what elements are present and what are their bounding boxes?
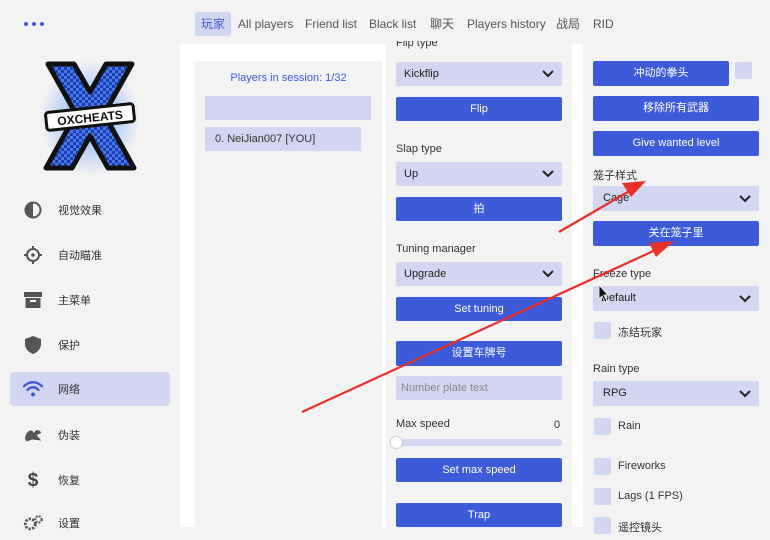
sidebar-item-label: 自动瞄准 — [58, 250, 102, 262]
set-tuning-button[interactable]: Set tuning — [396, 297, 562, 321]
flip-type-label: Flip type — [396, 41, 438, 49]
plate-text-input[interactable]: Number plate text — [396, 376, 562, 400]
sidebar-item-main-menu[interactable]: 主菜单 — [10, 283, 170, 317]
sidebar-item-disguise[interactable]: 伪装 — [10, 418, 170, 452]
chevron-down-icon — [542, 270, 554, 278]
fireworks-checkbox[interactable] — [594, 458, 611, 475]
remote-camera-label: 遥控镜头 — [618, 522, 662, 534]
punch-button[interactable]: 冲动的拳头 — [593, 61, 729, 86]
freeze-type-select[interactable]: Default — [593, 286, 759, 311]
sidebar-item-recovery[interactable]: $ 恢复 — [10, 463, 170, 497]
flip-type-value: Kickflip — [404, 68, 439, 80]
tuning-manager-value: Upgrade — [404, 268, 447, 280]
punch-checkbox[interactable] — [735, 62, 752, 79]
chevron-down-icon — [542, 170, 554, 178]
tab-session[interactable]: 战局 — [550, 12, 586, 36]
trap-button[interactable]: Trap — [396, 503, 562, 527]
slap-type-select[interactable]: Up — [396, 162, 562, 186]
half-circle-icon — [23, 201, 43, 219]
crosshair-icon — [23, 246, 43, 264]
svg-text:$: $ — [28, 470, 39, 490]
tab-players-history[interactable]: Players history — [461, 12, 552, 36]
max-speed-slider-handle[interactable] — [391, 437, 402, 448]
give-wanted-button[interactable]: Give wanted level — [593, 131, 759, 156]
set-max-speed-button[interactable]: Set max speed — [396, 458, 562, 482]
flip-button[interactable]: Flip — [396, 97, 562, 121]
cage-button[interactable]: 关在笼子里 — [593, 221, 759, 246]
freeze-player-checkbox[interactable] — [594, 322, 611, 339]
shield-icon — [23, 336, 43, 354]
sidebar-item-label: 恢复 — [58, 475, 80, 487]
chevron-down-icon — [739, 194, 751, 202]
lags-checkbox[interactable] — [594, 488, 611, 505]
rain-type-label: Rain type — [593, 363, 640, 375]
remote-camera-checkbox[interactable] — [594, 517, 611, 534]
cage-style-select[interactable]: Cage — [593, 186, 759, 211]
freeze-player-label: 冻结玩家 — [618, 327, 662, 339]
flip-type-select[interactable]: Kickflip — [396, 62, 562, 86]
freeze-type-value: Default — [601, 292, 636, 304]
players-session-count: Players in session: 1/32 — [230, 72, 347, 84]
sidebar-item-label: 伪装 — [58, 430, 80, 442]
sidebar-item-settings[interactable]: 设置 — [10, 506, 170, 540]
tab-rid[interactable]: RID — [587, 12, 620, 36]
max-speed-slider[interactable] — [396, 439, 562, 446]
dollar-icon: $ — [23, 470, 43, 490]
tab-players[interactable]: 玩家 — [195, 12, 232, 36]
sidebar-item-protection[interactable]: 保护 — [10, 328, 170, 362]
tuning-manager-select[interactable]: Upgrade — [396, 262, 562, 286]
rain-checkbox[interactable] — [594, 418, 611, 435]
rain-label: Rain — [618, 420, 641, 432]
chevron-down-icon — [542, 70, 554, 78]
tuning-manager-label: Tuning manager — [396, 243, 476, 255]
slap-button[interactable]: 拍 — [396, 197, 562, 221]
max-speed-value: 0 — [554, 419, 561, 431]
sidebar-item-label: 设置 — [58, 518, 80, 530]
player-search-box[interactable] — [205, 96, 371, 120]
cage-style-value: Cage — [603, 192, 630, 204]
sidebar-item-aimbot[interactable]: 自动瞄准 — [10, 238, 170, 272]
tab-chat[interactable]: 聊天 — [424, 12, 460, 36]
rain-type-select[interactable]: RPG — [593, 381, 759, 406]
sidebar-item-label: 保护 — [58, 340, 80, 352]
wifi-icon — [23, 380, 43, 398]
archive-box-icon — [23, 291, 43, 309]
tab-friend-list[interactable]: Friend list — [299, 12, 363, 36]
chevron-down-icon — [739, 294, 751, 302]
cage-style-label: 笼子样式 — [593, 170, 637, 182]
gears-icon — [23, 514, 43, 532]
fireworks-label: Fireworks — [618, 460, 666, 472]
remove-weapons-button[interactable]: 移除所有武器 — [593, 96, 759, 121]
disguise-icon — [23, 426, 43, 444]
freeze-type-label: Freeze type — [593, 268, 652, 280]
rain-type-value: RPG — [603, 387, 627, 399]
oxcheats-logo: OXCHEATS — [40, 58, 140, 176]
set-plate-button[interactable]: 设置车牌号 — [396, 341, 562, 366]
tab-black-list[interactable]: Black list — [363, 12, 422, 36]
menu-dots-icon[interactable] — [24, 22, 44, 26]
max-speed-label: Max speed — [396, 418, 450, 430]
slap-type-value: Up — [404, 168, 419, 180]
sidebar-item-network[interactable]: 网络 — [10, 372, 170, 406]
tab-all-players[interactable]: All players — [232, 12, 299, 36]
sidebar-item-label: 视觉效果 — [58, 205, 102, 217]
slap-type-label: Slap type — [396, 143, 442, 155]
lags-label: Lags (1 FPS) — [618, 490, 683, 502]
sidebar-item-label: 主菜单 — [58, 295, 91, 307]
sidebar-item-label: 网络 — [58, 384, 80, 396]
chevron-down-icon — [739, 389, 751, 397]
sidebar-item-visual[interactable]: 视觉效果 — [10, 193, 170, 227]
player-list-item[interactable]: 0. NeiJian007 [YOU] — [205, 127, 361, 151]
